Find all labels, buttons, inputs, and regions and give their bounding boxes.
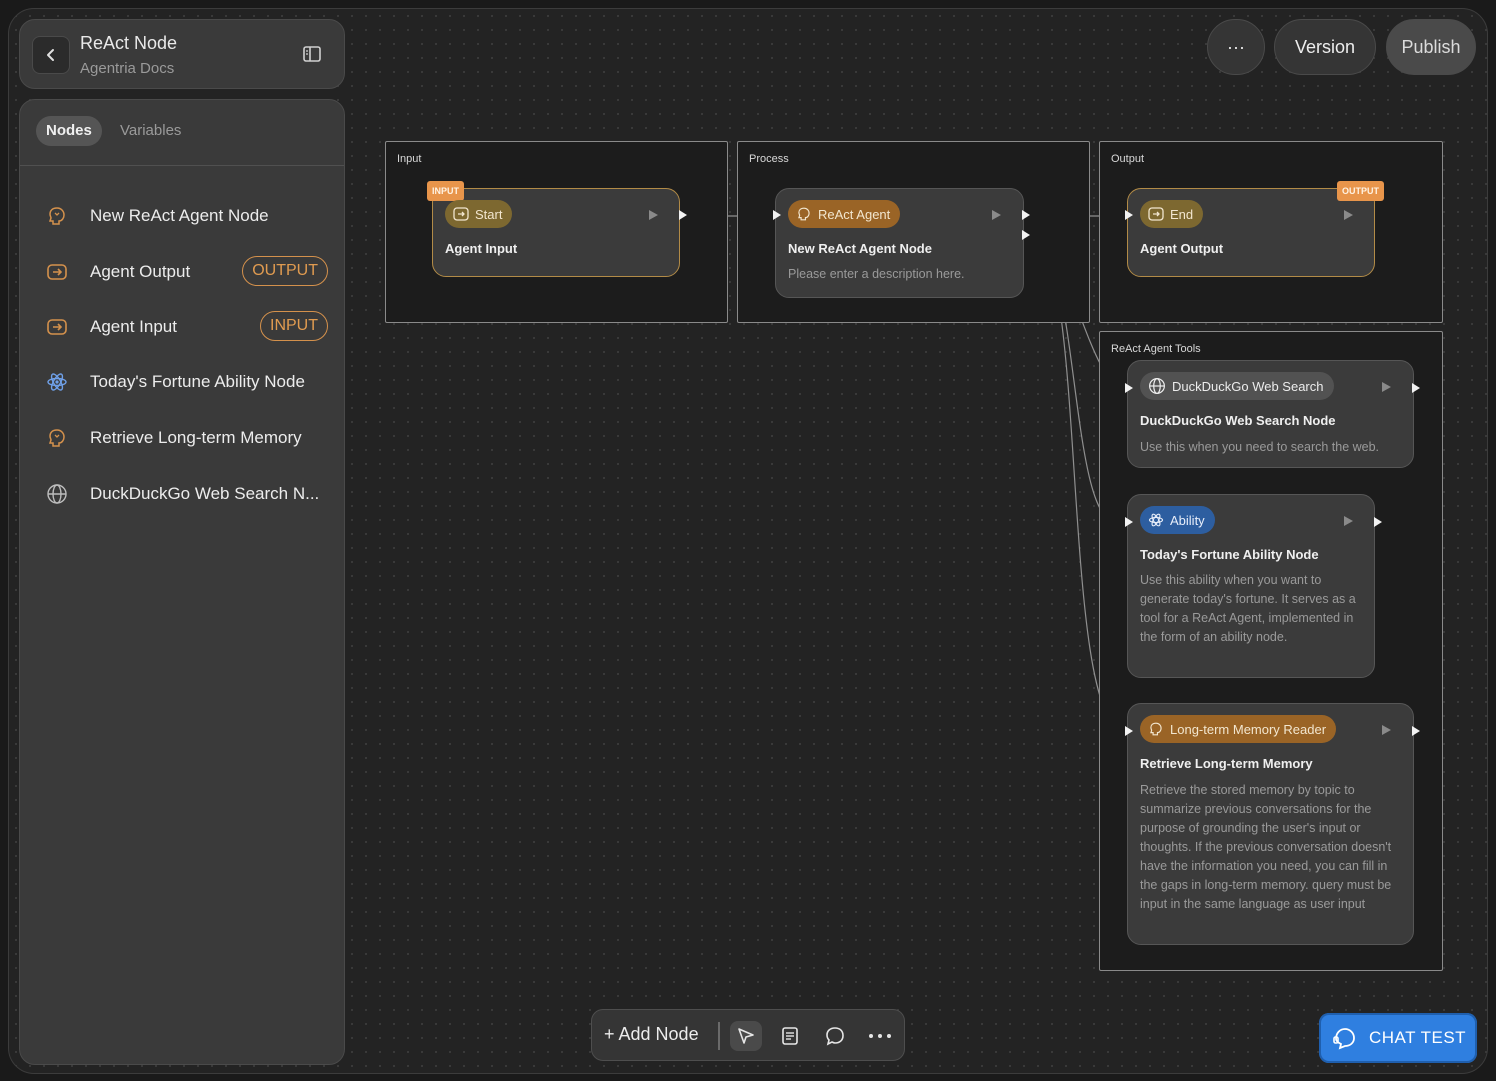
output-port[interactable]	[1412, 726, 1420, 736]
chat-test-label: CHAT TEST	[1369, 1028, 1467, 1047]
chat-headset-icon	[1333, 1028, 1355, 1050]
input-port[interactable]	[1125, 210, 1133, 220]
pointer-tool-button[interactable]	[730, 1021, 762, 1051]
input-port[interactable]	[1125, 517, 1133, 527]
node-title: DuckDuckGo Web Search Node	[1140, 413, 1336, 428]
node-description: Please enter a description here.	[788, 267, 965, 281]
input-port[interactable]	[773, 210, 781, 220]
input-port[interactable]	[1125, 726, 1133, 736]
node-title: New ReAct Agent Node	[788, 241, 932, 256]
start-badge: Start	[445, 200, 513, 228]
output-port[interactable]	[1412, 383, 1420, 393]
note-icon	[782, 1027, 798, 1045]
run-icon[interactable]	[1344, 210, 1353, 220]
more-tools-button[interactable]	[864, 1021, 896, 1051]
node-title: Agent Input	[445, 241, 518, 256]
group-tools[interactable]: ReAct Agent Tools DuckDuckGo Web Search …	[1099, 331, 1443, 971]
add-node-button[interactable]: + Add Node	[604, 1024, 699, 1045]
badge-label: Start	[475, 206, 503, 222]
run-icon[interactable]	[649, 210, 658, 220]
app-window: ReAct Node Agentria Docs Nodes Variables…	[8, 8, 1488, 1074]
group-input[interactable]: Input INPUT Start Agent Input	[385, 141, 728, 323]
duckduckgo-node[interactable]: DuckDuckGo Web Search DuckDuckGo Web Sea…	[1125, 360, 1420, 468]
output-port[interactable]	[1374, 517, 1382, 527]
group-label: Input	[397, 153, 422, 165]
run-icon[interactable]	[992, 210, 1001, 220]
fortune-ability-node[interactable]: Ability Today's Fortune Ability Node Use…	[1125, 494, 1382, 678]
input-tag: INPUT	[427, 181, 464, 201]
memory-reader-badge: Long-term Memory Reader	[1140, 715, 1337, 743]
group-output[interactable]: Output OUTPUT End Agent Output	[1099, 141, 1443, 323]
login-box-icon	[1148, 207, 1164, 221]
brain-icon	[798, 207, 810, 221]
badge-label: ReAct Agent	[818, 206, 891, 222]
canvas-toolbar: + Add Node	[591, 1009, 905, 1061]
group-label: Output	[1111, 153, 1145, 165]
chat-test-button[interactable]: CHAT TEST	[1319, 1013, 1477, 1063]
note-tool-button[interactable]	[774, 1021, 806, 1051]
ability-badge: Ability	[1140, 506, 1215, 534]
login-box-icon	[453, 207, 469, 221]
node-title: Retrieve Long-term Memory	[1140, 756, 1313, 771]
toolbar-divider	[718, 1022, 720, 1050]
start-node[interactable]: INPUT Start Agent Input	[427, 181, 687, 277]
long-term-memory-node[interactable]: Long-term Memory Reader Retrieve Long-te…	[1125, 703, 1420, 945]
output-port[interactable]	[679, 210, 687, 220]
badge-label: End	[1170, 206, 1194, 222]
output-port[interactable]	[1022, 210, 1030, 220]
comment-tool-button[interactable]	[819, 1021, 851, 1051]
input-port[interactable]	[1125, 383, 1133, 393]
badge-label: Ability	[1170, 512, 1205, 528]
run-icon[interactable]	[1382, 382, 1391, 392]
node-title: Today's Fortune Ability Node	[1140, 547, 1319, 562]
brain-icon	[1150, 722, 1162, 736]
group-label: Process	[749, 153, 789, 165]
run-icon[interactable]	[1344, 516, 1353, 526]
globe-icon	[1149, 378, 1165, 394]
tools-port[interactable]	[1022, 230, 1030, 240]
node-description: Retrieve the stored memory by topic to s…	[1140, 783, 1392, 911]
pointer-icon	[738, 1028, 754, 1044]
more-icon	[869, 1034, 891, 1038]
react-agent-node[interactable]: ReAct Agent New ReAct Agent Node Please …	[773, 188, 1030, 298]
react-agent-badge: ReAct Agent	[788, 200, 901, 228]
output-tag: OUTPUT	[1337, 181, 1384, 201]
run-icon[interactable]	[1382, 725, 1391, 735]
badge-label: Long-term Memory Reader	[1170, 721, 1327, 737]
badge-label: DuckDuckGo Web Search	[1172, 378, 1324, 394]
comment-icon	[826, 1027, 844, 1046]
node-title: Agent Output	[1140, 241, 1224, 256]
atom-icon	[1148, 513, 1164, 527]
node-description: Use this ability when you want to genera…	[1140, 573, 1356, 644]
duckduckgo-badge: DuckDuckGo Web Search	[1140, 372, 1334, 400]
node-description: Use this when you need to search the web…	[1140, 440, 1380, 454]
group-label: ReAct Agent Tools	[1111, 343, 1201, 355]
end-badge: End	[1140, 200, 1204, 228]
group-process[interactable]: Process ReAct Agent New ReAct Agent Node…	[737, 141, 1090, 323]
end-node[interactable]: OUTPUT End Agent Output	[1125, 181, 1384, 277]
